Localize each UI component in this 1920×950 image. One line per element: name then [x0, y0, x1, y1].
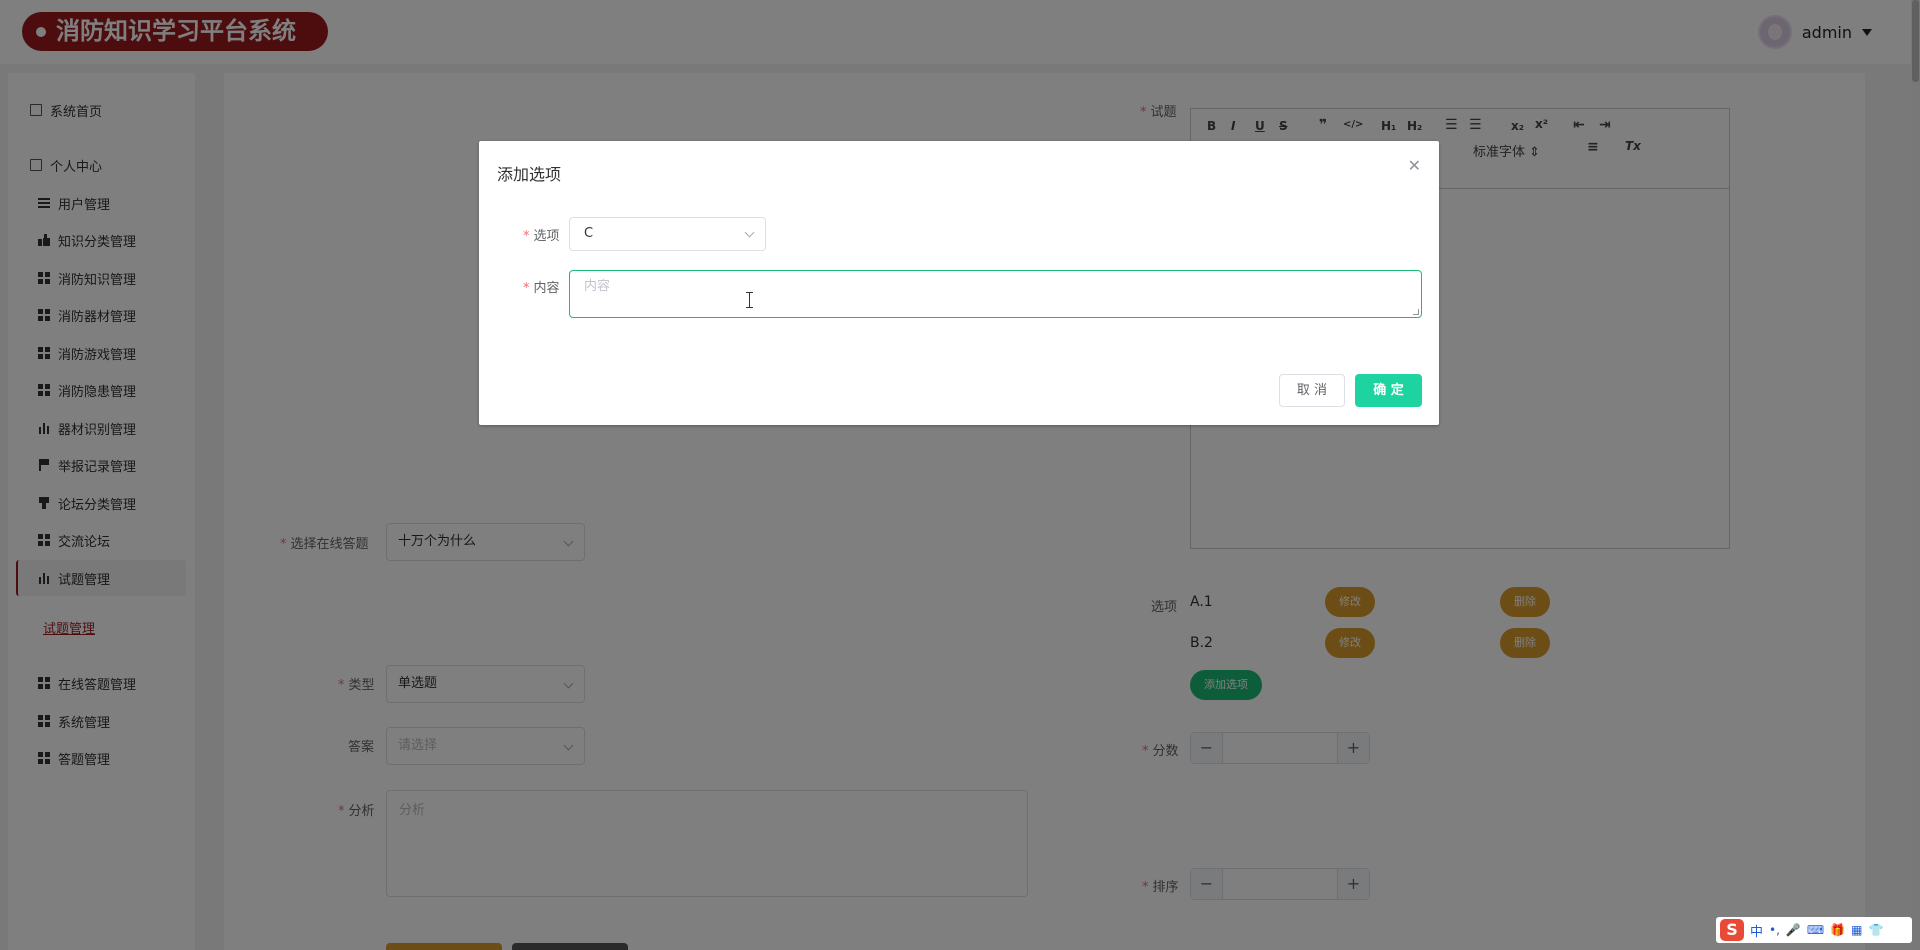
sogou-logo-icon[interactable]: S: [1720, 919, 1744, 941]
text-cursor-icon: [746, 292, 753, 308]
dialog-option-label: * 选项: [523, 229, 560, 244]
apps-icon[interactable]: ▦: [1851, 923, 1862, 937]
cancel-button[interactable]: 取 消: [1279, 374, 1345, 407]
dialog-content-textarea[interactable]: 内容: [569, 270, 1422, 318]
dialog-content-label: * 内容: [523, 281, 560, 296]
gift-icon[interactable]: 🎁: [1830, 923, 1845, 937]
dialog-option-select[interactable]: C: [569, 217, 766, 251]
confirm-button[interactable]: 确 定: [1355, 374, 1422, 407]
ime-toolbar[interactable]: S 中 •, 🎤 ⌨ 🎁 ▦ 👕: [1716, 917, 1912, 943]
keyboard-icon[interactable]: ⌨: [1807, 923, 1824, 937]
ime-mode[interactable]: 中: [1750, 921, 1763, 940]
dialog-content-placeholder: 内容: [584, 279, 611, 294]
resize-grip-icon[interactable]: [1413, 309, 1419, 315]
add-option-dialog: 添加选项 ✕ * 选项 C * 内容 内容 取 消 确 定: [479, 141, 1439, 425]
dialog-option-value: C: [584, 226, 594, 241]
skin-icon[interactable]: 👕: [1869, 923, 1884, 937]
punctuation-icon[interactable]: •,: [1769, 923, 1780, 937]
dialog-title: 添加选项: [497, 165, 562, 184]
chevron-down-icon: [744, 227, 755, 238]
close-icon[interactable]: ✕: [1408, 156, 1421, 175]
microphone-icon[interactable]: 🎤: [1786, 923, 1801, 937]
